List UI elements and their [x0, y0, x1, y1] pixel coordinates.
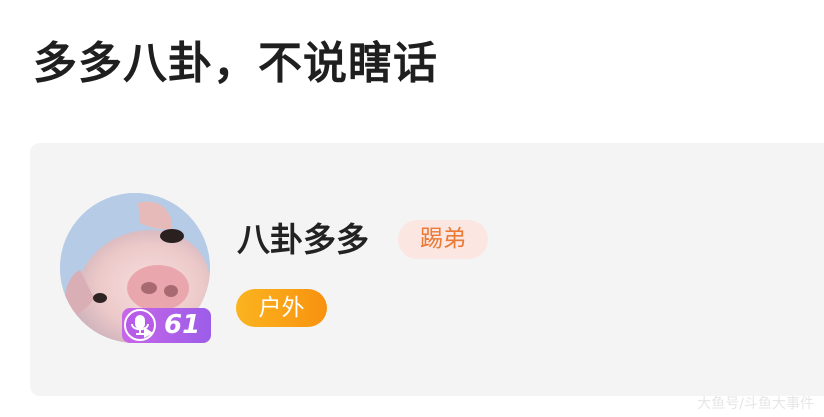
microphone-icon — [124, 309, 156, 341]
level-badge: 61 — [122, 308, 211, 343]
category-tag[interactable]: 户外 — [236, 289, 327, 327]
article-page: 多多八卦，不说瞎话 61 八卦多多 踢弟 户外 大鱼号/斗鱼大事件 — [0, 0, 824, 417]
source-watermark: 大鱼号/斗鱼大事件 — [697, 396, 814, 412]
role-badge: 踢弟 — [398, 220, 488, 259]
streamer-name[interactable]: 八卦多多 — [237, 218, 369, 262]
streamer-profile-card[interactable]: 61 八卦多多 踢弟 户外 — [30, 143, 824, 396]
level-number: 61 — [164, 310, 201, 340]
page-title: 多多八卦，不说瞎话 — [33, 38, 438, 89]
